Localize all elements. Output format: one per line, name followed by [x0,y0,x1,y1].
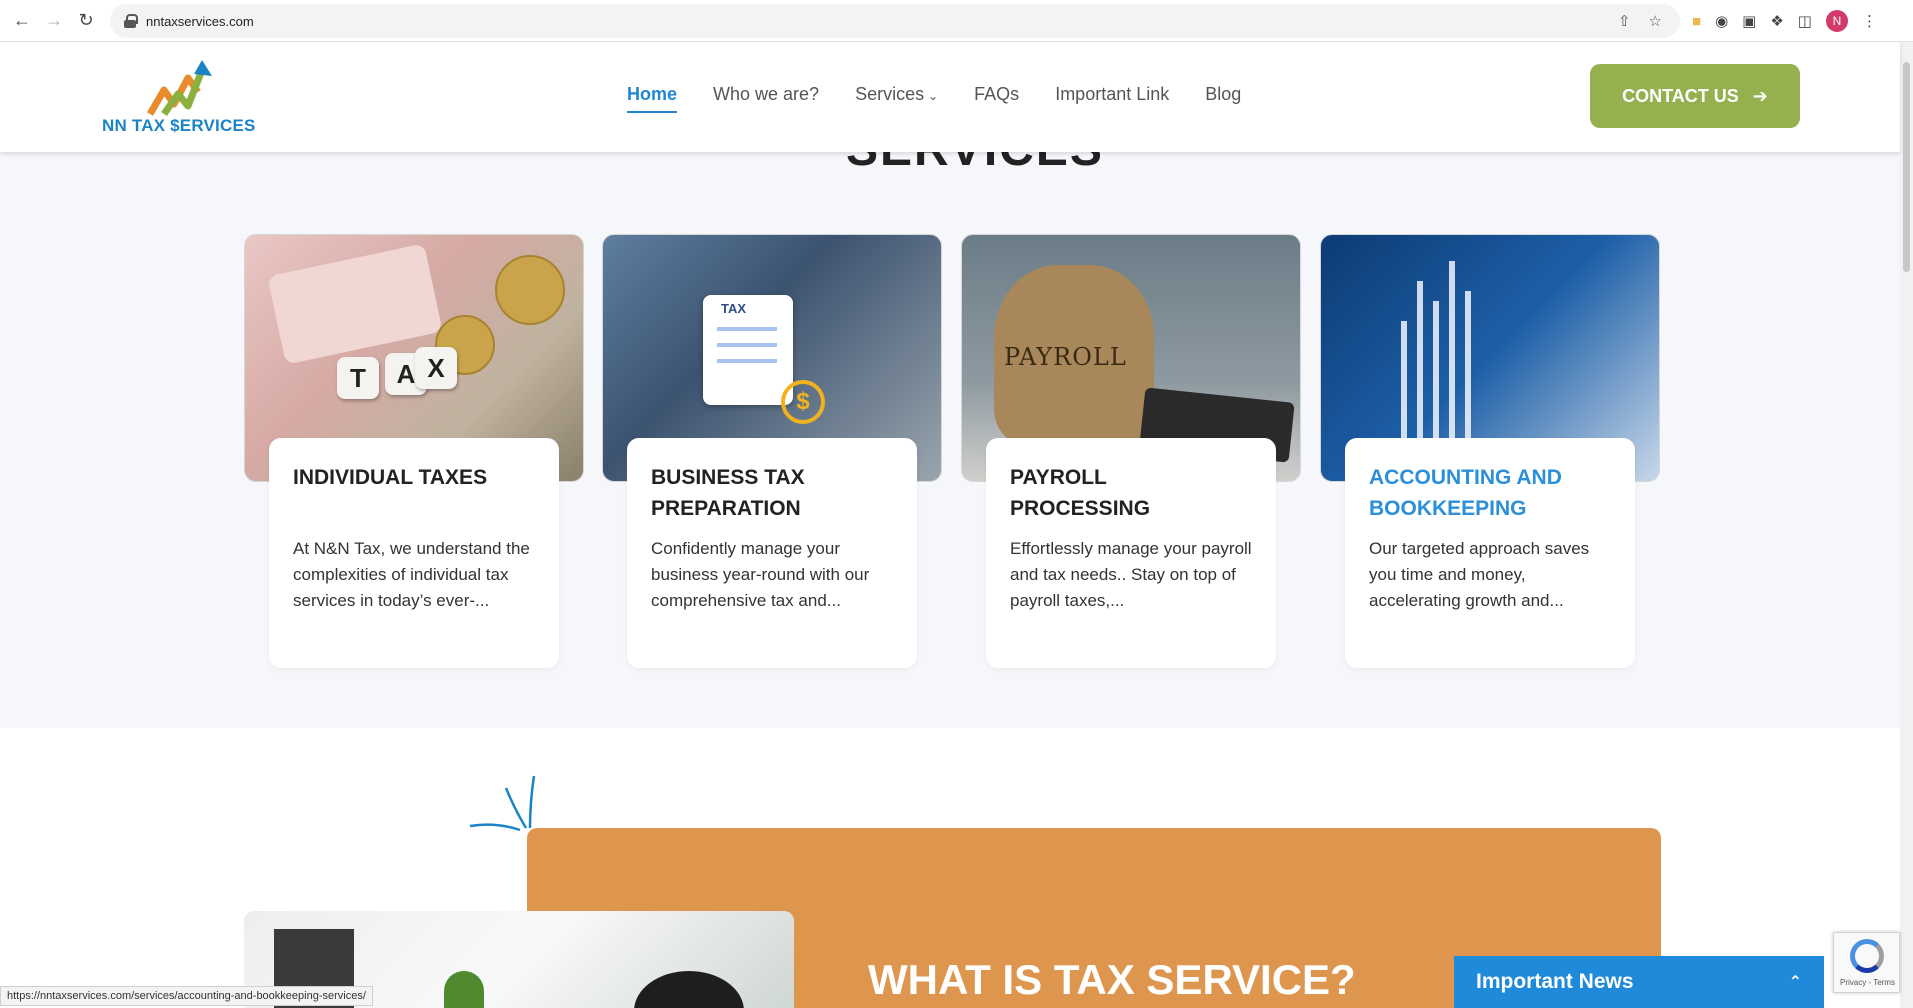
extension-notes-icon[interactable]: ■ [1692,13,1701,30]
address-bar[interactable]: nntaxservices.com ⇧ ☆ [110,4,1680,38]
nav-home[interactable]: Home [627,84,678,113]
recaptcha-terms[interactable]: Privacy - Terms [1840,978,1895,987]
menu-kebab-icon[interactable]: ⋮ [1862,12,1877,30]
chart-bar-graphic [1449,261,1455,441]
service-card-accounting[interactable]: ACCOUNTING AND BOOKKEEPING Our targeted … [1345,438,1635,668]
doc-line [717,359,777,363]
chart-bar-graphic [1465,291,1471,441]
nav-services-label: Services [855,84,925,104]
back-icon[interactable]: ← [8,7,36,35]
browser-toolbar: ← → ↻ nntaxservices.com ⇧ ☆ ■ ◉ ▣ ❖ ◫ N … [0,0,1913,42]
extension-circle-icon[interactable]: ◉ [1715,12,1728,30]
status-bar-url: https://nntaxservices.com/services/accou… [0,986,373,1006]
lock-icon[interactable] [124,14,138,28]
sparkle-decoration-icon [469,775,536,832]
contact-us-label: CONTACT US [1622,85,1739,106]
service-card-business-tax[interactable]: BUSINESS TAX PREPARATION Confidently man… [627,438,917,668]
nav-who-we-are[interactable]: Who we are? [713,84,819,105]
calculator-graphic [267,243,443,365]
dice-x: X [415,347,457,389]
side-panel-icon[interactable]: ◫ [1798,12,1812,30]
chart-bar-graphic [1417,281,1423,441]
card-title[interactable]: PAYROLL PROCESSING [1010,462,1252,524]
payroll-bag-label: PAYROLL [1004,343,1127,371]
important-news-label: Important News [1476,970,1634,993]
arrow-right-icon: ➔ [1752,85,1768,106]
camera-icon[interactable]: ▣ [1742,12,1756,30]
site-header: NN TAX $ERVICES Home Who we are? Service… [0,42,1900,152]
coins-graphic [495,255,565,325]
what-is-tax-heading: WHAT IS TAX SERVICE? [868,956,1356,1003]
service-card-individual-taxes[interactable]: INDIVIDUAL TAXES At N&N Tax, we understa… [269,438,559,668]
reload-icon[interactable]: ↻ [72,7,100,35]
page-scrollbar[interactable] [1900,42,1913,1008]
service-card-payroll[interactable]: PAYROLL PROCESSING Effortlessly manage y… [986,438,1276,668]
nav-blog[interactable]: Blog [1205,84,1241,105]
services-section: SERVICES T A X INDIVIDUAL TAXES At N&N T… [0,123,1900,728]
card-title[interactable]: BUSINESS TAX PREPARATION [651,462,893,524]
nav-important-link[interactable]: Important Link [1055,84,1169,105]
nav-faqs[interactable]: FAQs [974,84,1019,105]
chevron-down-icon: ⌄ [928,89,939,103]
doc-line [717,343,777,347]
card-description: Our targeted approach saves you time and… [1369,539,1590,610]
bookmark-star-icon[interactable]: ☆ [1649,12,1662,30]
card-description: Confidently manage your business year-ro… [651,539,870,610]
puzzle-extensions-icon[interactable]: ❖ [1770,12,1783,30]
main-nav: Home Who we are? Services ⌄ FAQs Importan… [627,84,1241,113]
recaptcha-badge[interactable]: Privacy - Terms [1833,932,1900,993]
dice-t: T [337,357,379,399]
share-icon[interactable]: ⇧ [1618,12,1631,30]
forward-icon[interactable]: → [40,7,68,35]
card-description: At N&N Tax, we understand the complexiti… [293,539,530,610]
contact-us-button[interactable]: CONTACT US ➔ [1590,64,1800,128]
card-title[interactable]: INDIVIDUAL TAXES [293,462,535,524]
url-text[interactable]: nntaxservices.com [146,14,254,29]
card-title[interactable]: ACCOUNTING AND BOOKKEEPING [1369,462,1611,524]
nav-services[interactable]: Services ⌄ [855,84,938,105]
tax-document-graphic [703,295,793,405]
doc-line [717,327,777,331]
plant-graphic [444,971,484,1008]
chevron-up-icon[interactable]: ⌃ [1789,972,1802,992]
site-logo[interactable]: NN TAX $ERVICES [102,56,272,146]
important-news-bar[interactable]: Important News ⌃ [1454,956,1824,1008]
recaptcha-icon [1850,939,1884,973]
card-description: Effortlessly manage your payroll and tax… [1010,539,1252,610]
chart-bar-graphic [1433,301,1439,441]
scrollbar-thumb[interactable] [1903,62,1910,272]
profile-avatar[interactable]: N [1825,10,1848,32]
person-graphic [634,971,744,1008]
dollar-coin-icon: $ [781,380,825,424]
chart-bar-graphic [1401,321,1407,441]
logo-text: NN TAX $ERVICES [102,116,256,135]
tax-tag-text: TAX [721,301,747,316]
